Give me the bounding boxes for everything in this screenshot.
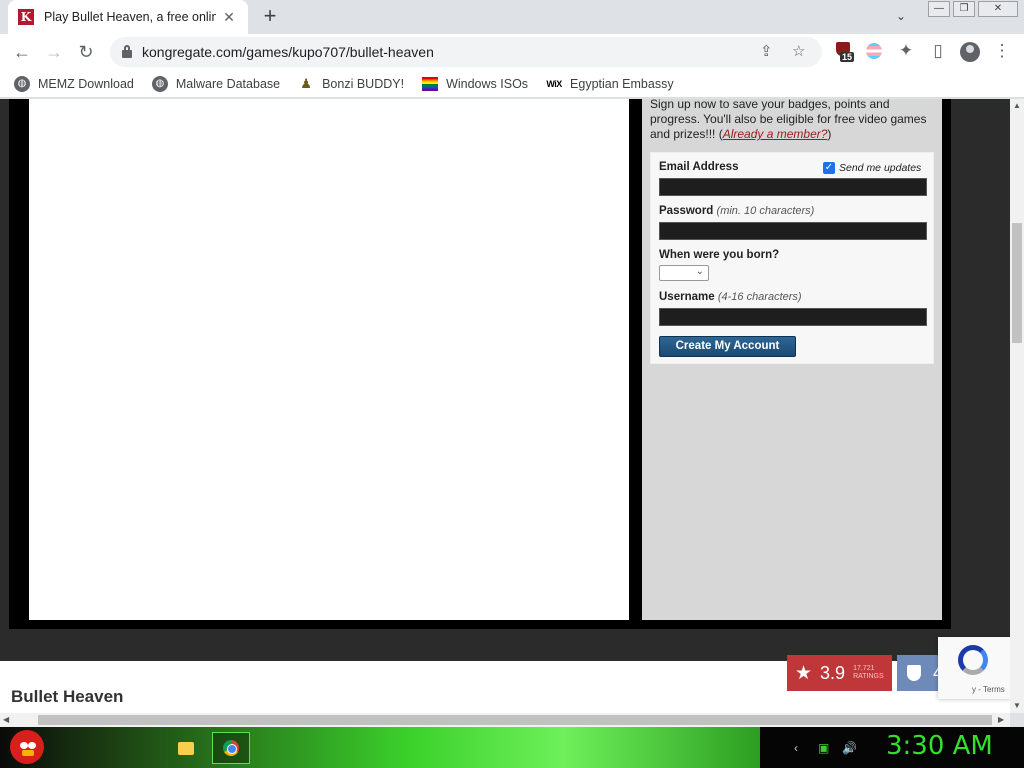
- chrome-taskbar-icon[interactable]: [212, 732, 250, 764]
- browser-menu-icon[interactable]: ⋮: [991, 41, 1013, 61]
- send-updates-checkbox[interactable]: ✓: [823, 162, 835, 174]
- signup-form: Email Address ✓ Send me updates Password…: [650, 152, 934, 364]
- username-field[interactable]: [659, 308, 927, 326]
- extensions-puzzle-icon[interactable]: ✦: [895, 41, 917, 61]
- bookmark-bonzi-buddy[interactable]: ♟ Bonzi BUDDY!: [298, 76, 404, 92]
- recaptcha-terms[interactable]: y - Terms: [972, 685, 1005, 694]
- birth-label: When were you born?: [659, 249, 780, 261]
- start-button-angry-bird-icon[interactable]: [10, 730, 44, 764]
- globe-icon: ◍: [14, 75, 30, 92]
- rating-value: 3.9: [820, 662, 846, 683]
- username-hint: (4-16 characters): [717, 291, 802, 303]
- wix-icon: WiX: [546, 78, 562, 89]
- url-text[interactable]: kongregate.com/games/kupo707/bullet-heav…: [142, 44, 434, 60]
- chevron-down-icon: ⌄: [695, 266, 704, 277]
- ratings-count: 17,721 RATINGS: [853, 665, 884, 680]
- star-icon: ★: [795, 662, 813, 684]
- scroll-right-icon[interactable]: ▶: [998, 715, 1004, 724]
- tab-search-icon[interactable]: ⌄: [896, 9, 906, 23]
- volume-icon[interactable]: 🔊: [842, 741, 857, 755]
- game-canvas[interactable]: [29, 99, 629, 620]
- signup-intro: Sign up now to save your badges, points …: [650, 99, 927, 141]
- bookmark-egyptian-embassy[interactable]: WiX Egyptian Embassy: [546, 76, 674, 92]
- bookmarks-bar: ◍ MEMZ Download ◍ Malware Database ♟ Bon…: [0, 70, 1024, 98]
- bookmark-star-icon[interactable]: ☆: [792, 42, 805, 60]
- page-title: Bullet Heaven: [11, 687, 124, 706]
- taskbar: ‹ ▣ 🔊 3:30 AM: [0, 727, 1024, 768]
- globe-icon: ◍: [151, 75, 168, 92]
- share-icon[interactable]: ⇪: [760, 42, 773, 60]
- taskbar-clock[interactable]: 3:30 AM: [886, 731, 993, 761]
- reload-button[interactable]: ↻: [74, 40, 98, 64]
- forward-button[interactable]: →: [42, 40, 66, 64]
- flag-extension-icon[interactable]: [864, 40, 886, 62]
- scroll-up-icon[interactable]: ▲: [1013, 101, 1021, 110]
- new-tab-button[interactable]: +: [258, 5, 282, 29]
- vertical-scroll-thumb[interactable]: [1012, 223, 1022, 343]
- page-right-margin: [951, 99, 1010, 713]
- create-account-button[interactable]: Create My Account: [659, 336, 796, 357]
- email-label: Email Address: [659, 161, 739, 173]
- network-icon[interactable]: ▣: [818, 741, 829, 755]
- browser-toolbar: ← → ↻ kongregate.com/games/kupo707/bulle…: [0, 34, 1024, 70]
- vertical-scrollbar[interactable]: ▲ ▼: [1010, 99, 1024, 713]
- bookmark-label: Windows ISOs: [446, 76, 529, 91]
- bookmark-label: MEMZ Download: [38, 76, 134, 91]
- send-updates-option[interactable]: ✓ Send me updates: [823, 162, 921, 174]
- maximize-button[interactable]: ❐: [953, 1, 975, 17]
- password-hint: (min. 10 characters): [716, 205, 815, 217]
- recaptcha-logo-icon: [958, 645, 988, 675]
- kongregate-favicon-icon: K: [18, 9, 34, 25]
- password-field[interactable]: [659, 222, 927, 240]
- signup-panel: Sign up now to save your badges, points …: [642, 99, 942, 620]
- shield-extension-icon[interactable]: 15: [836, 40, 858, 62]
- send-updates-label: Send me updates: [839, 162, 922, 174]
- game-rating[interactable]: ★ 3.9 17,721 RATINGS: [787, 655, 892, 691]
- bookmark-malware-database[interactable]: ◍ Malware Database: [151, 75, 281, 92]
- browser-tab[interactable]: K Play Bullet Heaven, a free online game…: [8, 0, 248, 34]
- tray-arrow-icon[interactable]: ‹: [794, 741, 798, 755]
- horizontal-scrollbar[interactable]: ◀ ▶: [0, 713, 1010, 727]
- bookmark-label: Egyptian Embassy: [570, 76, 674, 91]
- address-bar[interactable]: kongregate.com/games/kupo707/bullet-heav…: [110, 37, 822, 67]
- email-field[interactable]: [659, 178, 927, 196]
- file-explorer-icon[interactable]: [170, 732, 202, 764]
- badge-shield-icon: [906, 665, 921, 681]
- back-button[interactable]: ←: [10, 40, 34, 64]
- scroll-left-icon[interactable]: ◀: [3, 715, 9, 724]
- lock-icon[interactable]: [122, 45, 132, 58]
- page-viewport: Sign up now to save your badges, points …: [0, 99, 1010, 713]
- password-label: Password (min. 10 characters): [659, 205, 815, 217]
- game-frame: Sign up now to save your badges, points …: [9, 99, 951, 629]
- bookmark-label: Bonzi BUDDY!: [322, 76, 405, 91]
- bonzi-icon: ♟: [300, 75, 312, 91]
- recaptcha-badge[interactable]: y - Terms: [938, 637, 1010, 699]
- already-member-link[interactable]: Already a member?: [723, 127, 828, 141]
- tab-title: Play Bullet Heaven, a free online game o…: [44, 10, 216, 24]
- side-panel-icon[interactable]: ▯: [927, 41, 949, 61]
- tab-strip: K Play Bullet Heaven, a free online game…: [0, 0, 1024, 34]
- rainbow-flag-icon: [422, 76, 439, 91]
- close-window-button[interactable]: ✕: [978, 1, 1018, 17]
- birth-year-select[interactable]: ⌄: [659, 265, 709, 281]
- scroll-down-icon[interactable]: ▼: [1013, 701, 1021, 710]
- bookmark-memz[interactable]: ◍ MEMZ Download: [14, 75, 134, 92]
- bookmark-label: Malware Database: [175, 76, 281, 91]
- profile-avatar-icon[interactable]: [960, 42, 980, 62]
- bookmark-windows-isos[interactable]: Windows ISOs: [422, 76, 529, 91]
- minimize-button[interactable]: —: [928, 1, 950, 17]
- extension-badge: 15: [840, 52, 855, 62]
- horizontal-scroll-thumb[interactable]: [38, 715, 992, 725]
- username-label: Username (4-16 characters): [659, 291, 802, 303]
- tab-close-icon[interactable]: ✕: [220, 9, 238, 26]
